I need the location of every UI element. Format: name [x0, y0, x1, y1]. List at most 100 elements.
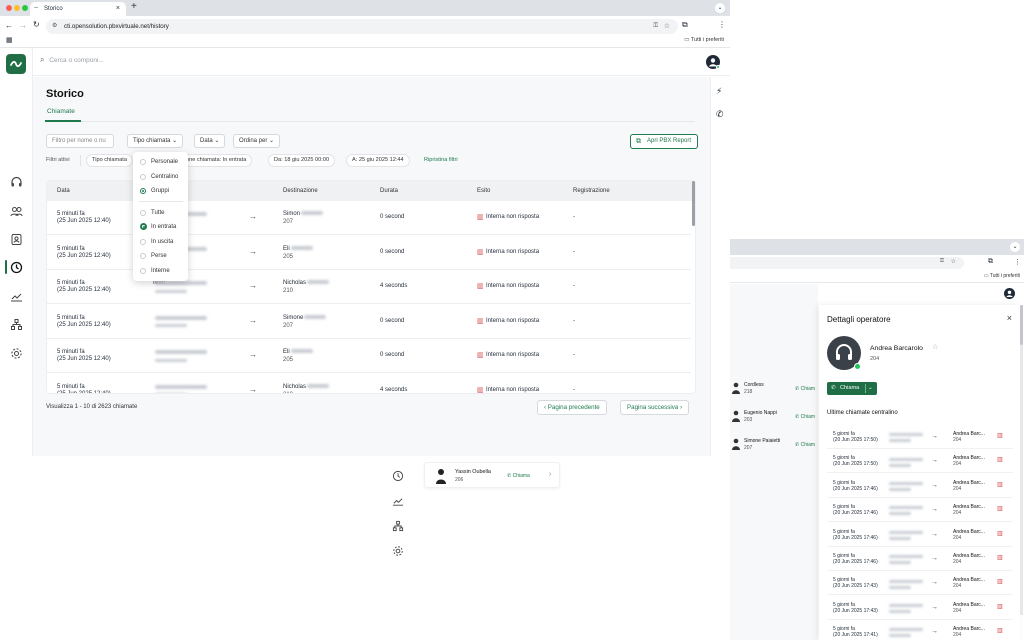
- search-input[interactable]: Cerca o componi...: [49, 57, 104, 64]
- stats-icon[interactable]: [392, 495, 404, 507]
- chip-from-date[interactable]: Da: 18 giu 2025 00:00: [268, 154, 336, 167]
- call-outcome: Interna non risposta: [486, 248, 540, 255]
- user-avatar[interactable]: [1004, 288, 1015, 299]
- recent-call-row[interactable]: 5 giorni fa (20 Jun 2025 17:46) → Andrea Ba…: [827, 523, 1013, 547]
- phone-icon[interactable]: ✆: [716, 109, 724, 120]
- chevron-right-icon[interactable]: ›: [549, 471, 551, 478]
- name-filter-input[interactable]: Filtro per nome o nu: [46, 134, 114, 148]
- address-bar[interactable]: ⚙ cti.opensolution.pbxvirtuale.net/histo…: [46, 19, 678, 34]
- browser-tab[interactable]: ~ Storico ×: [30, 2, 126, 16]
- contact-call-button[interactable]: ✆ Chiama: [507, 473, 530, 479]
- tab-close-icon[interactable]: ×: [116, 2, 120, 16]
- col-header-recording[interactable]: Registrazione: [573, 188, 610, 194]
- tab-bar: ⌄: [730, 239, 1024, 255]
- browser-menu-icon[interactable]: ⋮: [718, 20, 726, 29]
- recent-call-row[interactable]: 5 giorni fa (20 Jun 2025 17:43) → Andrea Ba…: [827, 596, 1013, 620]
- operator-list-item[interactable]: Eugenio Nappi 203 ✆ Chiam: [730, 408, 818, 430]
- history-icon[interactable]: [10, 261, 23, 274]
- open-pbx-report-button[interactable]: ⧉ Apri PBX Report: [630, 134, 699, 149]
- tab-search-icon[interactable]: ⌄: [1010, 242, 1020, 252]
- col-header-destination[interactable]: Destinazione: [283, 188, 318, 194]
- forward-icon[interactable]: →: [19, 21, 27, 30]
- user-avatar[interactable]: [706, 55, 720, 69]
- contacts-icon[interactable]: [10, 233, 23, 246]
- recent-call-row[interactable]: 5 giorni fa (20 Jun 2025 17:50) → Andrea Ba…: [827, 449, 1013, 474]
- next-page-button[interactable]: Pagina successiva ›: [620, 400, 690, 415]
- radio-icon[interactable]: [140, 253, 146, 259]
- extensions-icon[interactable]: ⧉: [988, 258, 993, 266]
- previous-page-button[interactable]: ‹ Pagina precedente: [537, 400, 607, 415]
- settings-gear-icon[interactable]: [392, 545, 404, 557]
- history-icon[interactable]: [392, 470, 404, 482]
- bookmark-star-icon[interactable]: ☆: [664, 19, 670, 34]
- recent-call-row[interactable]: 5 giorni fa (20 Jun 2025 17:41) → Andrea Ba…: [827, 620, 1013, 640]
- browser-menu-icon[interactable]: ⋮: [1014, 258, 1021, 266]
- call-button[interactable]: ✆ Chiam: [795, 386, 815, 392]
- key-icon[interactable]: ⚿: [653, 19, 658, 34]
- chip-to-date[interactable]: A: 25 giu 2025 12:44: [346, 154, 410, 167]
- chip-direction[interactable]: one chiamata: In entrata: [184, 154, 253, 167]
- table-row[interactable]: 5 minuti fa (25 Jun 2025 12:40) → Simone 207…: [47, 305, 691, 339]
- recent-call-row[interactable]: 5 giorni fa (20 Jun 2025 17:46) → Andrea Ba…: [827, 474, 1013, 498]
- recent-call-row[interactable]: 5 giorni fa (20 Jun 2025 17:46) → Andrea Ba…: [827, 547, 1013, 571]
- apps-grid-icon[interactable]: ▦: [6, 36, 13, 44]
- col-header-outcome[interactable]: Esito: [477, 188, 490, 194]
- quick-actions-icon[interactable]: ⚡: [716, 86, 722, 97]
- address-bar[interactable]: ⚿ ☆: [730, 257, 964, 269]
- site-info-icon[interactable]: ⚙: [52, 19, 57, 34]
- call-button[interactable]: ✆ Chiam: [795, 442, 815, 448]
- global-search[interactable]: ⌕ Cerca o componi...: [40, 55, 104, 65]
- close-window-dot[interactable]: [6, 5, 12, 11]
- recent-call-row[interactable]: 5 giorni fa (20 Jun 2025 17:46) → Andrea Ba…: [827, 498, 1013, 523]
- recent-call-row[interactable]: 5 giorni fa (20 Jun 2025 17:50) → Andrea Ba…: [827, 425, 1013, 449]
- operator-list-item[interactable]: Simone Paiaietti 207 ✆ Chiam: [730, 436, 818, 458]
- col-header-duration[interactable]: Durata: [380, 188, 398, 194]
- bookmark-star-icon[interactable]: ☆: [951, 258, 956, 265]
- stats-icon[interactable]: [10, 290, 23, 303]
- favorite-star-icon[interactable]: ☆: [932, 343, 938, 351]
- date-filter[interactable]: Data ⌄: [194, 134, 226, 148]
- new-tab-button[interactable]: +: [131, 1, 137, 12]
- chevron-down-icon[interactable]: ⌄: [868, 382, 873, 395]
- reload-icon[interactable]: ↻: [33, 20, 40, 29]
- network-icon[interactable]: [392, 520, 404, 532]
- drawer-scrollbar[interactable]: [1020, 305, 1023, 345]
- chip-call-type[interactable]: Tipo chiamata: [86, 154, 133, 167]
- settings-gear-icon[interactable]: [10, 347, 23, 360]
- radio-icon[interactable]: [140, 174, 146, 180]
- close-icon[interactable]: ×: [1007, 313, 1012, 323]
- contact-card[interactable]: Yassin Oubella 206 ✆ Chiama ›: [424, 462, 560, 488]
- all-bookmarks-label: Tutti i preferiti: [989, 273, 1020, 279]
- users-icon[interactable]: [10, 205, 23, 218]
- radio-icon[interactable]: [140, 210, 146, 216]
- table-scrollbar[interactable]: [692, 181, 695, 226]
- radio-icon[interactable]: [140, 239, 146, 245]
- arrow-right-icon: →: [931, 579, 938, 587]
- back-icon[interactable]: ←: [5, 21, 13, 30]
- key-icon[interactable]: ⚿: [940, 258, 944, 265]
- all-bookmarks[interactable]: ▭ Tutti i preferiti: [984, 273, 1020, 279]
- call-operator-button[interactable]: ✆ Chiama ⌄: [827, 382, 877, 395]
- recent-call-row[interactable]: 5 giorni fa (20 Jun 2025 17:43) → Andrea Ba…: [827, 571, 1013, 596]
- radio-icon[interactable]: [140, 159, 146, 165]
- minimize-window-dot[interactable]: [14, 5, 20, 11]
- call-type-filter[interactable]: Tipo chiamata ⌄: [127, 134, 184, 148]
- network-icon[interactable]: [10, 318, 23, 331]
- app-logo[interactable]: [6, 54, 26, 74]
- col-header-date[interactable]: Data: [57, 188, 70, 194]
- call-button[interactable]: ✆ Chiam: [795, 414, 815, 420]
- radio-icon[interactable]: [140, 268, 146, 274]
- operator-list-item[interactable]: Cordless 218 ✆ Chiam: [730, 380, 818, 402]
- zoom-window-dot[interactable]: [22, 5, 28, 11]
- reset-filters-link[interactable]: Ripristina filtri: [424, 157, 458, 163]
- order-by-filter[interactable]: Ordina per ⌄: [233, 134, 281, 148]
- radio-icon[interactable]: [140, 223, 147, 230]
- table-row[interactable]: 5 minuti fa (25 Jun 2025 12:40) → Eli 205 0 s…: [47, 339, 691, 373]
- radio-icon[interactable]: [140, 188, 146, 194]
- all-bookmarks[interactable]: ▭ Tutti i preferiti: [684, 37, 724, 43]
- extensions-icon[interactable]: ⧉: [682, 20, 688, 30]
- table-row[interactable]: 5 minuti fa(25 Jun 2025 12:40) → Nicholas 2…: [47, 374, 691, 394]
- tab-calls[interactable]: Chiamate: [47, 108, 75, 115]
- headset-icon[interactable]: [10, 176, 23, 189]
- tab-search-icon[interactable]: ⌄: [715, 3, 725, 13]
